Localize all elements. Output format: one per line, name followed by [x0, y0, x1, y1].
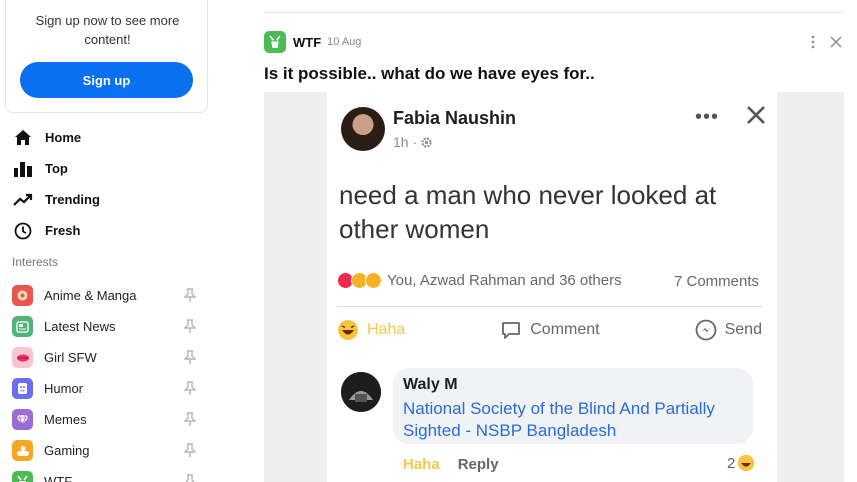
ellipsis-icon: ••• [695, 106, 720, 128]
main-nav: Home Top Trending Fresh [12, 122, 100, 246]
nav-item-home[interactable]: Home [12, 122, 100, 153]
pin-icon[interactable] [183, 288, 197, 304]
more-options-icon[interactable] [806, 33, 820, 51]
interest-girl-sfw[interactable]: Girl SFW [12, 342, 197, 373]
nav-item-trending[interactable]: Trending [12, 184, 100, 215]
interest-label: Girl SFW [44, 350, 97, 365]
post-date: 10 Aug [327, 36, 362, 48]
page: Sign up now to see more content! Sign up… [0, 0, 857, 482]
anime-manga-icon [12, 285, 33, 306]
signup-button[interactable]: Sign up [20, 62, 193, 98]
interest-anime-manga[interactable]: Anime & Manga [12, 280, 197, 311]
lips-icon [12, 347, 33, 368]
news-icon [12, 316, 33, 337]
comment-reaction-count: 2 [727, 454, 755, 472]
fb-haha-action: Haha [337, 319, 405, 341]
interest-latest-news[interactable]: Latest News [12, 311, 197, 342]
fb-action-bar: Haha Comment Send [337, 319, 762, 341]
fb-reactors-text: You, Azwad Rahman and 36 others [387, 272, 622, 289]
nav-label-fresh: Fresh [45, 223, 81, 238]
signup-card: Sign up now to see more content! Sign up [5, 0, 208, 113]
interests-list: Anime & Manga Latest News Girl SFW Humor… [12, 280, 197, 482]
fb-comment-action: Comment [500, 319, 600, 341]
comment-actions: Haha Reply [403, 456, 499, 473]
interest-label: Humor [44, 381, 84, 396]
comment-haha-label: Haha [403, 456, 440, 473]
post-image[interactable]: Fabia Naushin 1h · ••• need a man who ne… [264, 92, 844, 482]
care-reaction-icon [365, 272, 382, 289]
fb-send-action: Send [695, 319, 762, 341]
post-header: WTF 10 Aug [264, 31, 361, 53]
fb-post-meta: 1h · [393, 134, 433, 150]
signup-prompt: Sign up now to see more content! [35, 13, 180, 47]
interest-gaming[interactable]: Gaming [12, 435, 197, 466]
post-title[interactable]: Is it possible.. what do we have eyes fo… [264, 64, 595, 84]
divider [337, 306, 762, 307]
home-icon [12, 128, 34, 148]
trending-icon [12, 190, 34, 210]
author-avatar [341, 107, 385, 151]
messenger-icon [695, 319, 717, 341]
interests-heading: Interests [12, 255, 59, 269]
fb-send-label: Send [724, 321, 762, 338]
pin-icon[interactable] [183, 319, 197, 335]
commenter-avatar [341, 372, 381, 412]
fb-post-time: 1h · [393, 134, 418, 150]
diamond-icon [12, 409, 33, 430]
feed-divider [264, 12, 844, 13]
comment-icon [500, 319, 522, 341]
bar-chart-icon [12, 159, 34, 179]
interest-label: Gaming [44, 443, 90, 458]
nav-label-trending: Trending [45, 192, 100, 207]
post-section-link[interactable]: WTF [293, 35, 321, 50]
interest-label: Memes [44, 412, 87, 427]
interest-humor[interactable]: Humor [12, 373, 197, 404]
comment-reply-label: Reply [457, 456, 499, 473]
haha-emoji-icon [337, 319, 359, 341]
clock-icon [12, 221, 34, 241]
gaming-icon [12, 440, 33, 461]
fb-author-name: Fabia Naushin [393, 108, 517, 128]
post-actions [806, 33, 844, 51]
pin-icon[interactable] [183, 474, 197, 482]
close-icon[interactable] [828, 33, 844, 51]
wtf-section-icon[interactable] [264, 31, 286, 53]
commenter-name: Waly M [403, 376, 458, 393]
pin-icon[interactable] [183, 350, 197, 366]
fb-comment-label: Comment [530, 321, 600, 338]
facebook-screenshot: Fabia Naushin 1h · ••• need a man who ne… [327, 92, 777, 482]
pin-icon[interactable] [183, 412, 197, 428]
fb-comments-count: 7 Comments [674, 273, 760, 290]
interest-label: Anime & Manga [44, 288, 137, 303]
interest-label: Latest News [44, 319, 116, 334]
interest-memes[interactable]: Memes [12, 404, 197, 435]
fb-close-icon [745, 104, 767, 126]
gear-icon [420, 136, 433, 149]
fb-haha-label: Haha [367, 321, 406, 338]
nav-item-fresh[interactable]: Fresh [12, 215, 100, 246]
humor-icon [12, 378, 33, 399]
pin-icon[interactable] [183, 443, 197, 459]
nav-item-top[interactable]: Top [12, 153, 100, 184]
fb-reactions-summary: You, Azwad Rahman and 36 others [337, 272, 622, 289]
pin-icon[interactable] [183, 381, 197, 397]
nav-label-home: Home [45, 130, 82, 145]
comment-reaction-number: 2 [727, 454, 736, 472]
comment-text: National Society of the Blind And Partia… [403, 399, 715, 440]
sidebar: Sign up now to see more content! Sign up… [0, 0, 215, 482]
nav-label-top: Top [45, 161, 68, 176]
haha-emoji-icon [737, 454, 755, 472]
interest-label: WTF [44, 474, 73, 482]
fb-post-text: need a man who never looked at other wom… [339, 180, 717, 244]
wtf-icon [12, 471, 33, 482]
interest-wtf[interactable]: WTF [12, 466, 197, 482]
